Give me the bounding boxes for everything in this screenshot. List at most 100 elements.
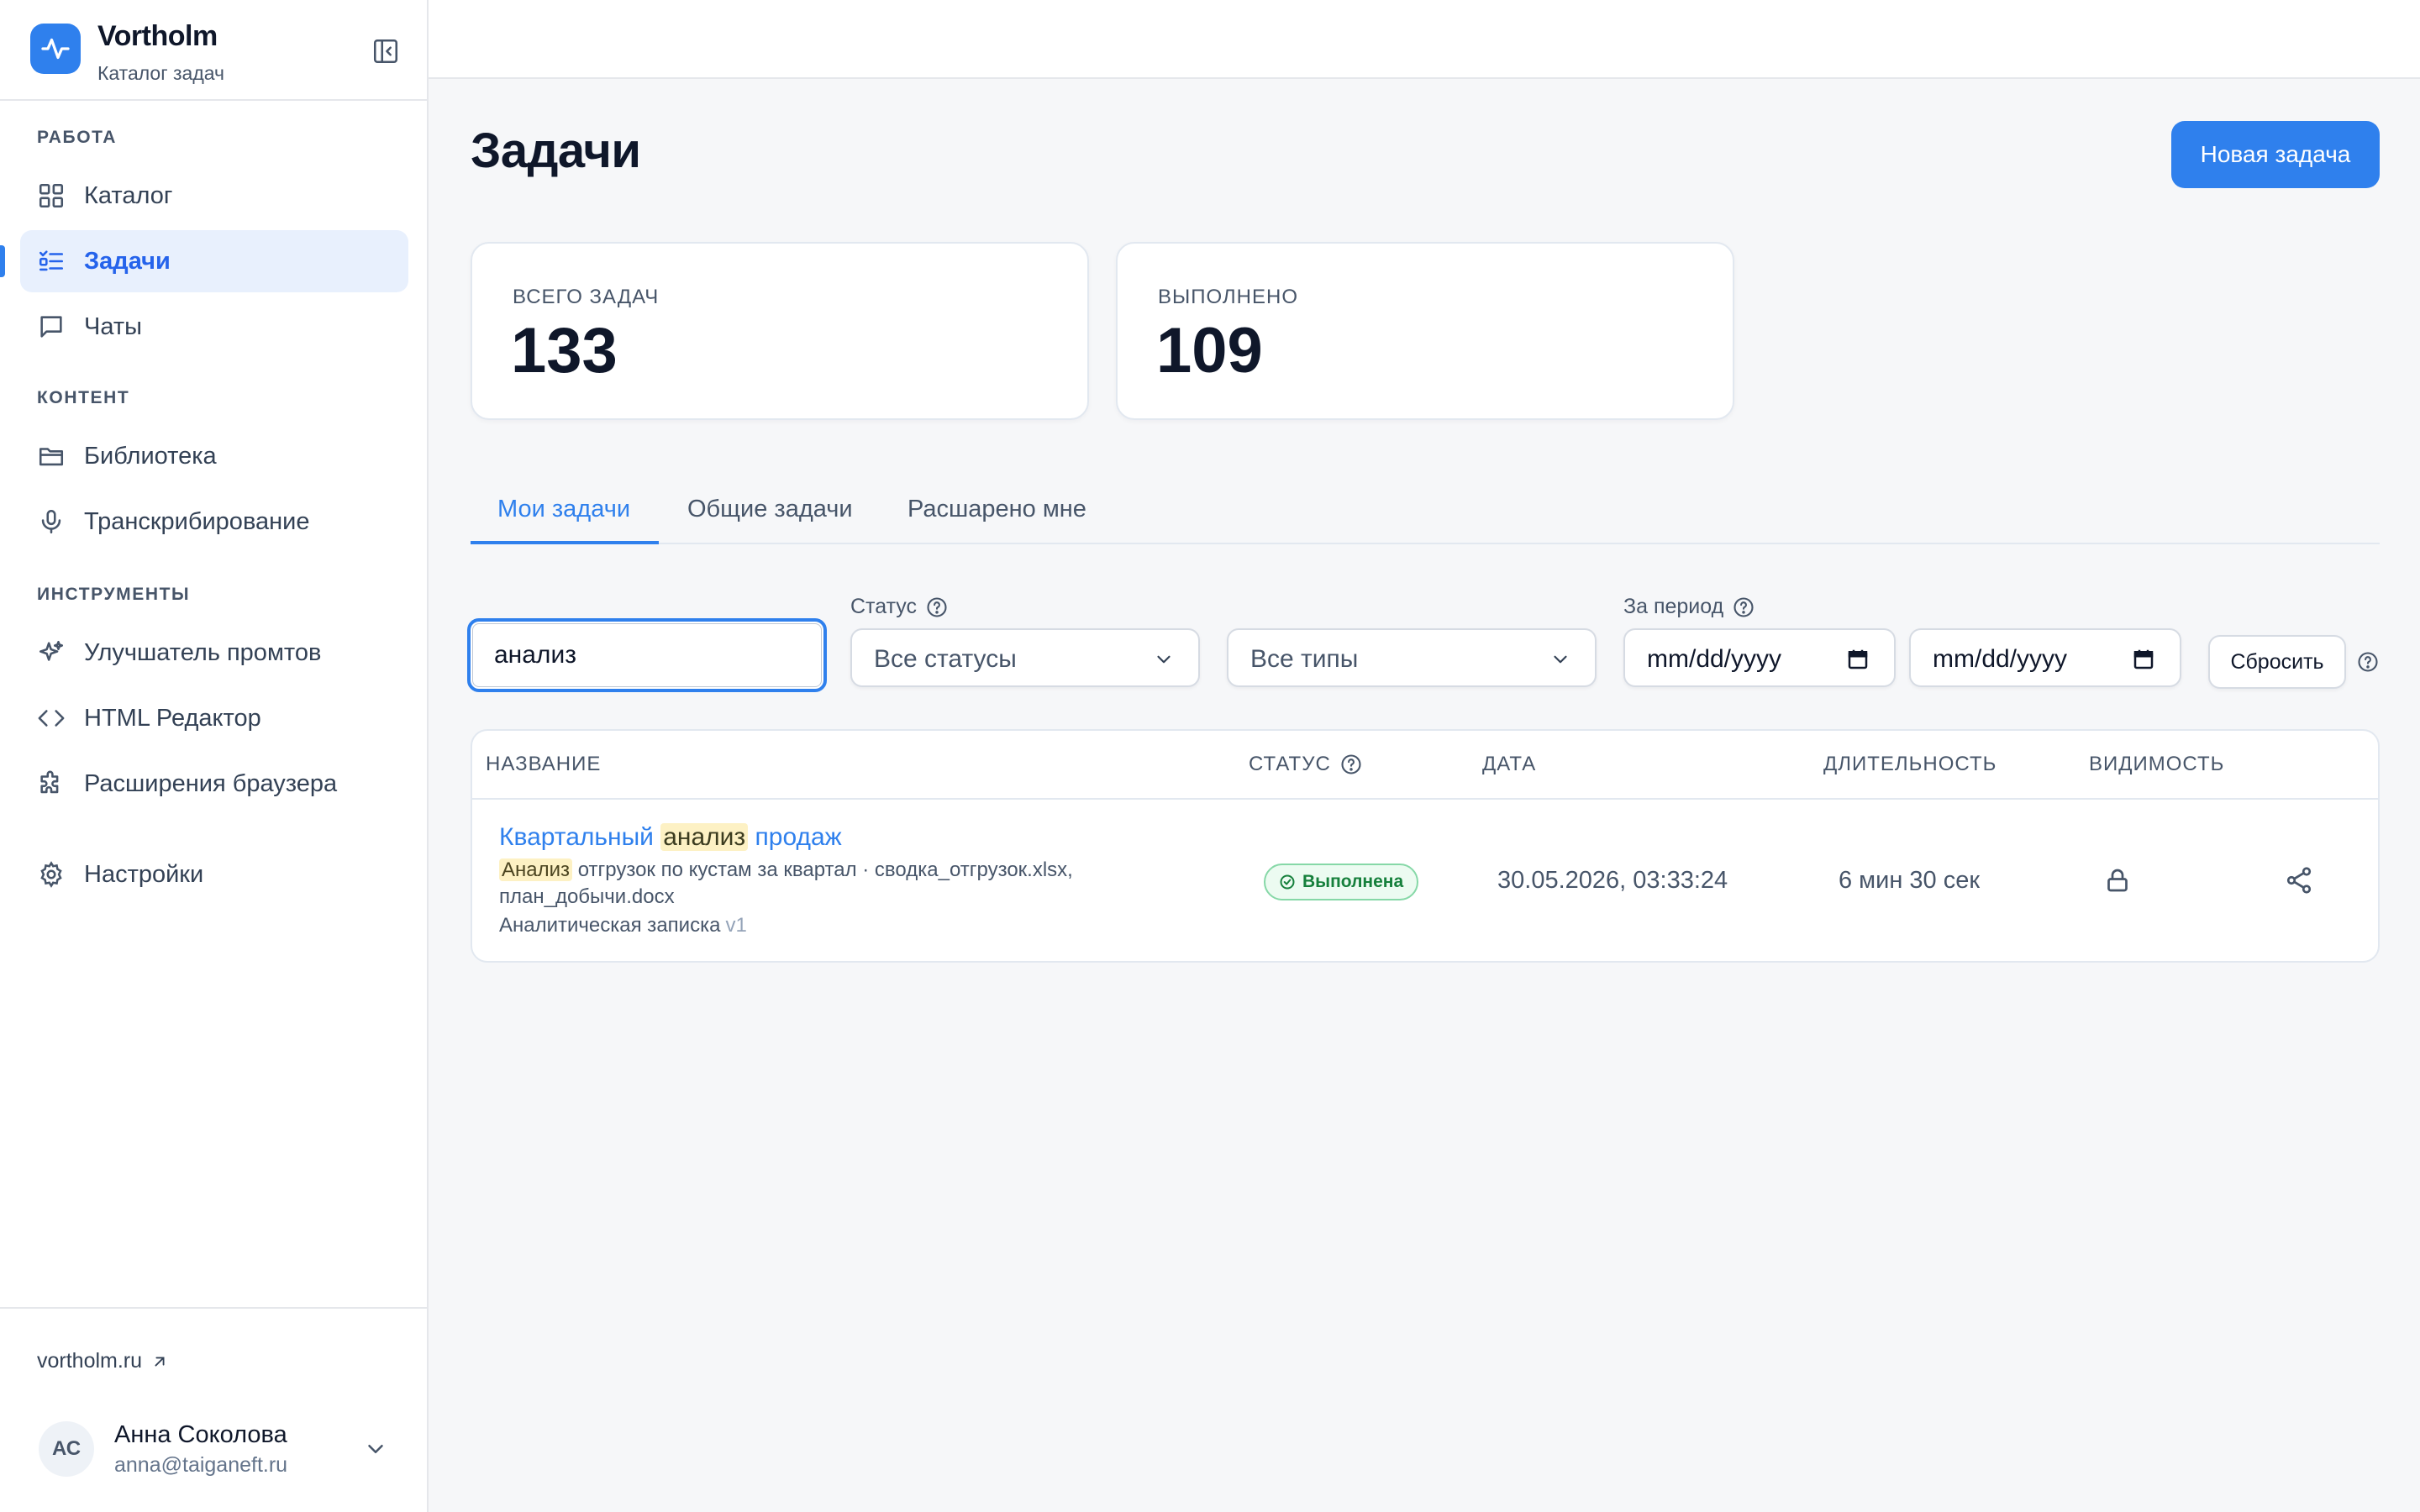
stat-card-completed: ВЫПОЛНЕНО 109	[1116, 242, 1734, 420]
sidebar-item-label: Задачи	[84, 248, 171, 275]
task-description: Анализ отгрузок по кустам за квартал · с…	[499, 858, 1073, 908]
sidebar-item-label: HTML Редактор	[84, 705, 261, 732]
date-from-input[interactable]: mm/dd/yyyy	[1623, 628, 1896, 687]
sidebar-item-chats[interactable]: Чаты	[20, 296, 408, 358]
new-task-button[interactable]: Новая задача	[2171, 121, 2380, 188]
column-header-visibility: ВИДИМОСТЬ	[2089, 753, 2225, 775]
chat-icon	[37, 312, 66, 341]
reset-filters-button[interactable]: Сбросить	[2208, 635, 2346, 689]
puzzle-icon	[37, 769, 66, 798]
gear-icon	[37, 860, 66, 889]
sidebar-item-label: Библиотека	[84, 443, 217, 470]
search-input[interactable]	[467, 618, 827, 692]
sidebar-item-settings[interactable]: Настройки	[20, 843, 408, 906]
stat-label: ВСЕГО ЗАДАЧ	[513, 286, 660, 308]
task-date: 30.05.2026, 03:33:24	[1497, 867, 1728, 894]
website-link-label: vortholm.ru	[37, 1349, 143, 1373]
column-header-status-text: СТАТУС	[1249, 753, 1331, 775]
lock-icon[interactable]	[2102, 865, 2133, 895]
sidebar-item-label: Каталог	[84, 182, 173, 209]
stat-label: ВЫПОЛНЕНО	[1158, 286, 1298, 308]
sidebar-item-browser-extensions[interactable]: Расширения браузера	[20, 753, 408, 815]
period-filter-label-text: За период	[1623, 595, 1724, 618]
check-circle-icon	[1279, 874, 1296, 890]
column-header-status: СТАТУС	[1249, 753, 1363, 776]
sidebar: Vortholm Каталог задач РАБОТА Каталог За…	[0, 0, 429, 1512]
status-filter-label: Статус	[850, 595, 949, 619]
stat-card-total: ВСЕГО ЗАДАЧ 133	[471, 242, 1089, 420]
nav-section-content: КОНТЕНТ	[37, 388, 130, 407]
task-duration: 6 мин 30 сек	[1839, 867, 1981, 894]
user-email: anna@taiganeft.ru	[114, 1453, 288, 1477]
search-highlight: Анализ	[499, 858, 573, 881]
sidebar-item-html-editor[interactable]: HTML Редактор	[20, 687, 408, 749]
list-check-icon	[37, 247, 66, 276]
status-badge-text: Выполнена	[1302, 872, 1404, 891]
help-icon[interactable]	[1339, 753, 1363, 776]
date-to-input[interactable]: mm/dd/yyyy	[1909, 628, 2181, 687]
table-header: НАЗВАНИЕ СТАТУС ДАТА ДЛИТЕЛЬНОСТЬ ВИДИМО…	[472, 731, 2378, 800]
status-badge: Выполнена	[1264, 864, 1419, 900]
sidebar-item-library[interactable]: Библиотека	[20, 425, 408, 487]
task-type: Аналитическая записка v1	[499, 914, 747, 937]
column-header-duration: ДЛИТЕЛЬНОСТЬ	[1823, 753, 1997, 775]
period-filter-label: За период	[1623, 595, 1755, 619]
grid-icon	[37, 181, 66, 210]
date-to-placeholder: mm/dd/yyyy	[1933, 645, 2068, 673]
sparkles-icon	[37, 638, 66, 667]
help-icon[interactable]	[925, 596, 949, 619]
microphone-icon	[37, 507, 66, 536]
sidebar-item-label: Настройки	[84, 861, 204, 888]
share-icon[interactable]	[2284, 865, 2314, 895]
search-highlight: анализ	[660, 823, 749, 851]
column-header-date: ДАТА	[1482, 753, 1537, 775]
nav-section-work: РАБОТА	[37, 128, 118, 147]
stat-value: 133	[511, 315, 618, 386]
sidebar-collapse-icon[interactable]	[371, 37, 400, 66]
chevron-down-icon	[1153, 648, 1175, 670]
sidebar-item-label: Чаты	[84, 313, 142, 340]
help-icon[interactable]	[2356, 650, 2380, 674]
code-icon	[37, 704, 66, 732]
page-title: Задачи	[471, 123, 641, 178]
type-select-value: Все типы	[1250, 645, 1359, 673]
sidebar-item-label: Расширения браузера	[84, 770, 338, 797]
type-select[interactable]: Все типы	[1227, 628, 1597, 687]
brand-header: Vortholm Каталог задач	[0, 0, 427, 101]
app-logo-icon	[30, 24, 81, 74]
stat-value: 109	[1156, 315, 1263, 386]
sidebar-item-prompt-enhancer[interactable]: Улучшатель промтов	[20, 622, 408, 684]
date-from-placeholder: mm/dd/yyyy	[1647, 645, 1782, 673]
chevron-down-icon[interactable]	[363, 1436, 388, 1462]
tab-shared-with-me[interactable]: Расшарено мне	[881, 491, 1113, 544]
task-version: v1	[725, 914, 747, 937]
sidebar-item-tasks[interactable]: Задачи	[20, 230, 408, 292]
active-nav-indicator	[0, 245, 5, 277]
sidebar-item-transcription[interactable]: Транскрибирование	[20, 491, 408, 553]
nav-section-tools: ИНСТРУМЕНТЫ	[37, 585, 191, 604]
external-link-icon	[150, 1352, 169, 1371]
folder-icon	[37, 442, 66, 470]
tabs: Мои задачи Общие задачи Расшарено мне	[471, 491, 2380, 544]
user-name: Анна Соколова	[114, 1421, 287, 1448]
website-link[interactable]: vortholm.ru	[37, 1349, 169, 1373]
calendar-icon[interactable]	[1845, 647, 1870, 672]
help-icon[interactable]	[1732, 596, 1755, 619]
tasks-table: НАЗВАНИЕ СТАТУС ДАТА ДЛИТЕЛЬНОСТЬ ВИДИМО…	[471, 729, 2380, 963]
sidebar-item-label: Улучшатель промтов	[84, 639, 322, 666]
status-select[interactable]: Все статусы	[850, 628, 1200, 687]
app-name: Vortholm	[97, 20, 218, 52]
task-title-link[interactable]: Квартальный анализ продаж	[499, 823, 842, 852]
tab-my-tasks[interactable]: Мои задачи	[471, 491, 659, 544]
sidebar-item-catalog[interactable]: Каталог	[20, 165, 408, 227]
avatar[interactable]: АС	[39, 1421, 94, 1477]
tab-shared-tasks[interactable]: Общие задачи	[660, 491, 880, 544]
sidebar-footer: vortholm.ru АС Анна Соколова anna@taigan…	[0, 1307, 427, 1512]
column-header-name: НАЗВАНИЕ	[486, 753, 602, 775]
status-filter-label-text: Статус	[850, 595, 918, 618]
calendar-icon[interactable]	[2131, 647, 2156, 672]
app-subtitle: Каталог задач	[97, 62, 225, 84]
chevron-down-icon	[1549, 648, 1571, 670]
sidebar-item-label: Транскрибирование	[84, 508, 310, 535]
status-select-value: Все статусы	[874, 645, 1017, 673]
